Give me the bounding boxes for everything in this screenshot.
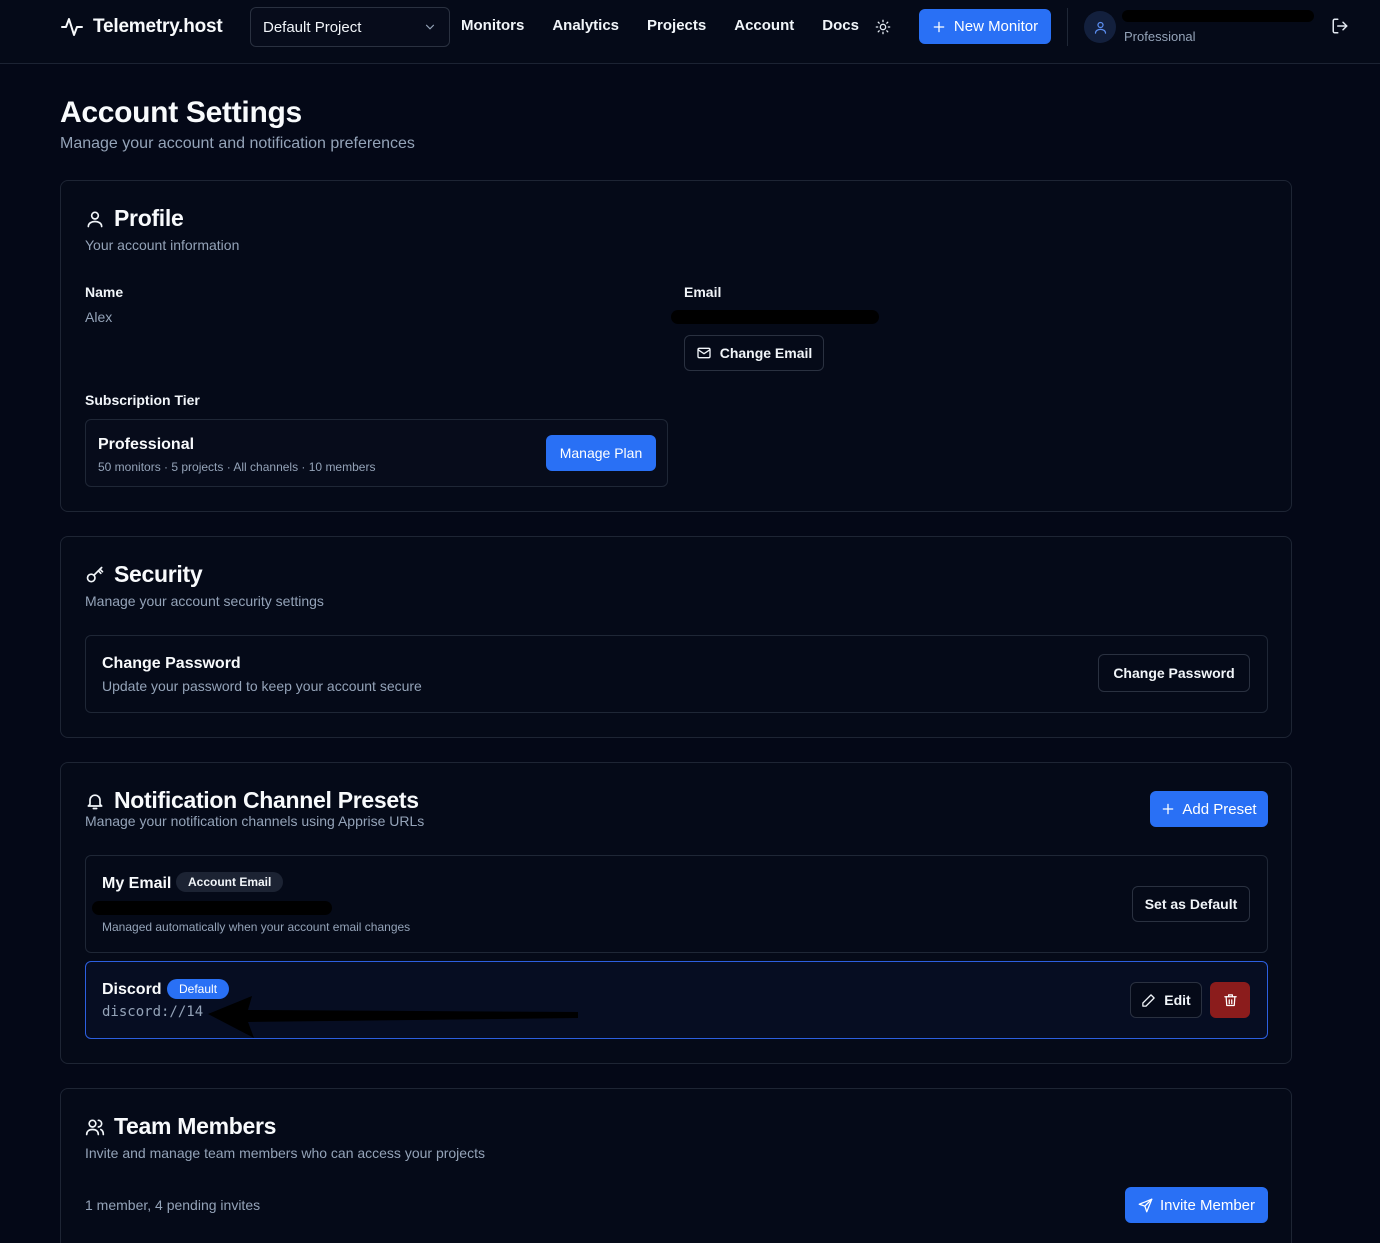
user-tier: Professional (1124, 29, 1196, 44)
trash-icon (1223, 993, 1238, 1008)
subscription-box: Professional 50 monitors · 5 projects · … (85, 419, 668, 487)
team-title-text: Team Members (114, 1113, 277, 1139)
avatar[interactable] (1084, 11, 1116, 43)
change-password-sub: Update your password to keep your accoun… (102, 678, 422, 694)
name-value: Alex (85, 309, 113, 325)
change-email-button[interactable]: Change Email (684, 335, 824, 371)
invite-member-button[interactable]: Invite Member (1125, 1187, 1268, 1223)
plus-icon (1161, 802, 1175, 816)
invite-member-label: Invite Member (1159, 1196, 1256, 1214)
team-members-card: Team Members Invite and manage team memb… (60, 1088, 1292, 1243)
page-title: Account Settings (60, 96, 302, 129)
redaction-arrow-icon (208, 996, 578, 1038)
nav-account[interactable]: Account (734, 17, 794, 34)
edit-preset-button[interactable]: Edit (1130, 982, 1202, 1018)
notification-presets-card: Notification Channel Presets Manage your… (60, 762, 1292, 1064)
subscription-tier-label: Subscription Tier (85, 392, 200, 408)
project-select-value: Default Project (263, 18, 362, 36)
team-title: Team Members (85, 1113, 276, 1140)
theme-toggle-button[interactable] (872, 16, 894, 38)
profile-title: Profile (85, 205, 184, 232)
preset-name: My Email (102, 875, 172, 892)
profile-title-text: Profile (114, 205, 184, 231)
preset-email-redacted (92, 901, 332, 915)
preset-note: Managed automatically when your account … (102, 920, 411, 934)
team-count: 1 member, 4 pending invites (85, 1197, 261, 1213)
name-label: Name (85, 284, 124, 300)
nav-docs[interactable]: Docs (822, 17, 859, 34)
security-title-text: Security (114, 561, 203, 587)
brand[interactable]: Telemetry.host (60, 14, 223, 40)
email-label: Email (684, 284, 722, 300)
main-nav: Monitors Analytics Projects Account Docs (461, 17, 859, 34)
preset-item-discord: Discord Default discord://14 Edit (85, 961, 1268, 1039)
notifications-title-text: Notification Channel Presets (114, 787, 419, 813)
chevron-down-icon (423, 20, 437, 34)
top-header: Telemetry.host Default Project Monitors … (0, 0, 1380, 64)
preset-url: discord://14 (102, 1004, 204, 1020)
pencil-icon (1141, 993, 1156, 1008)
profile-card: Profile Your account information Name Al… (60, 180, 1292, 512)
mail-icon (696, 345, 712, 361)
send-icon (1138, 1198, 1153, 1213)
security-card: Security Manage your account security se… (60, 536, 1292, 738)
user-icon (85, 209, 105, 229)
preset-item-my-email: My Email Account Email Managed automatic… (85, 855, 1268, 953)
new-monitor-label: New Monitor (953, 18, 1039, 35)
change-password-title: Change Password (102, 655, 241, 672)
user-name-redacted (1122, 10, 1314, 22)
security-subtitle: Manage your account security settings (85, 593, 324, 609)
project-select[interactable]: Default Project (250, 7, 450, 47)
activity-pulse-icon (60, 15, 84, 39)
tier-details: 50 monitors · 5 projects · All channels … (98, 460, 376, 474)
account-email-badge: Account Email (176, 872, 284, 892)
page-subtitle: Manage your account and notification pre… (60, 135, 415, 152)
delete-preset-button[interactable] (1210, 982, 1250, 1018)
preset-name: Discord (102, 981, 162, 998)
add-preset-label: Add Preset (1182, 800, 1257, 818)
new-monitor-button[interactable]: New Monitor (919, 9, 1051, 44)
brand-name: Telemetry.host (93, 16, 223, 37)
sun-icon (875, 19, 891, 35)
set-as-default-button[interactable]: Set as Default (1132, 886, 1250, 922)
bell-icon (85, 791, 105, 811)
logout-button[interactable] (1331, 17, 1351, 37)
notifications-subtitle: Manage your notification channels using … (85, 813, 425, 829)
notifications-title: Notification Channel Presets (85, 787, 419, 814)
nav-monitors[interactable]: Monitors (461, 17, 524, 34)
logout-icon (1331, 17, 1351, 35)
nav-projects[interactable]: Projects (647, 17, 706, 34)
key-icon (85, 565, 105, 585)
manage-plan-button[interactable]: Manage Plan (546, 435, 656, 471)
users-icon (85, 1117, 105, 1137)
security-title: Security (85, 561, 203, 588)
nav-analytics[interactable]: Analytics (552, 17, 619, 34)
header-divider (1067, 8, 1068, 46)
edit-label: Edit (1164, 992, 1191, 1008)
tier-name: Professional (98, 436, 195, 453)
change-password-button[interactable]: Change Password (1098, 654, 1250, 692)
email-value-redacted (671, 310, 879, 324)
plus-icon (932, 20, 946, 34)
change-password-box: Change Password Update your password to … (85, 635, 1268, 713)
change-email-label: Change Email (719, 345, 813, 361)
profile-subtitle: Your account information (85, 237, 240, 253)
user-icon (1093, 20, 1108, 35)
add-preset-button[interactable]: Add Preset (1150, 791, 1268, 827)
team-subtitle: Invite and manage team members who can a… (85, 1145, 485, 1161)
